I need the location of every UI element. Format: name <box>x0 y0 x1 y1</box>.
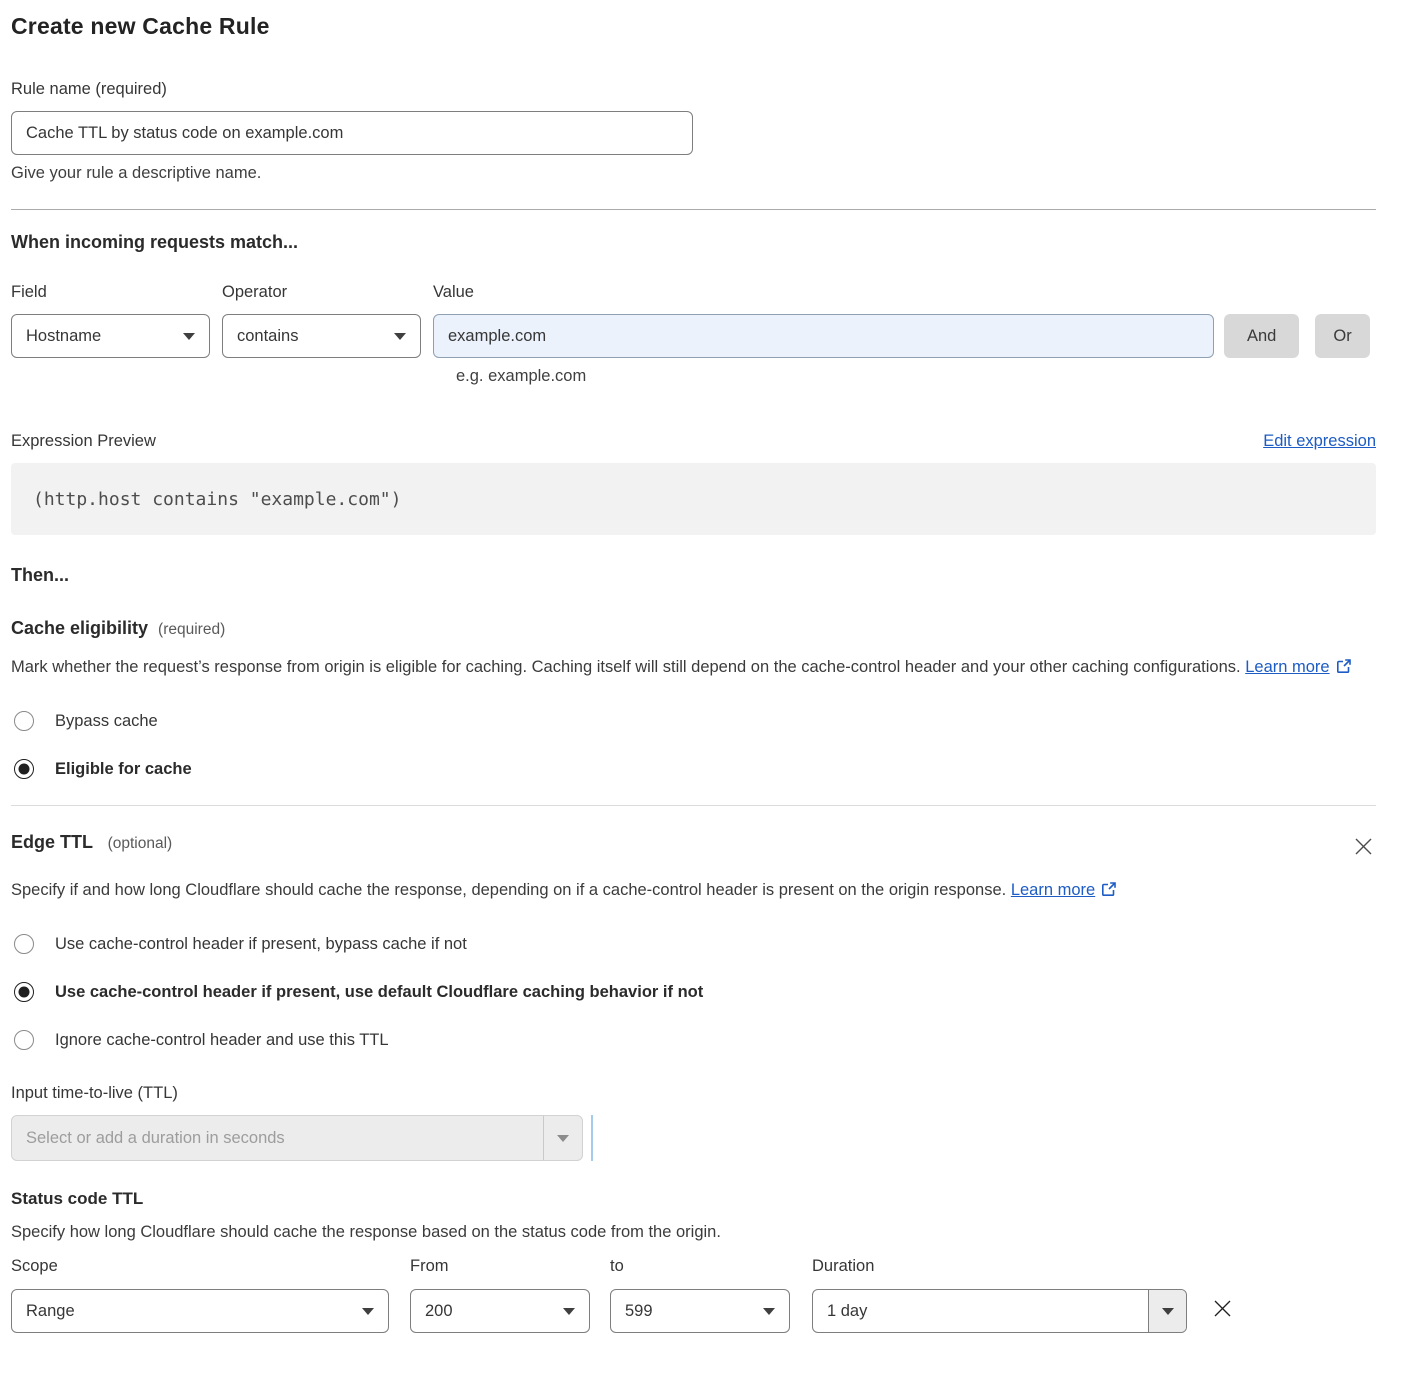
status-code-ttl-title: Status code TTL <box>11 1189 1376 1209</box>
expression-code-block: (http.host contains "example.com") <box>11 463 1376 535</box>
radio-circle-icon[interactable] <box>14 759 34 779</box>
edge-ttl-description: Specify if and how long Cloudflare shoul… <box>11 876 1119 906</box>
optional-tag: (optional) <box>108 835 173 852</box>
match-section-heading: When incoming requests match... <box>11 232 1376 253</box>
field-label: Field <box>11 283 210 302</box>
operator-label: Operator <box>222 283 421 302</box>
radio-bypass-cache[interactable]: Bypass cache <box>11 711 1376 731</box>
scope-label: Scope <box>11 1257 389 1276</box>
edge-ttl-header: Edge TTL (optional) <box>11 832 1376 862</box>
chevron-down-icon <box>763 1308 775 1315</box>
chevron-down-icon[interactable] <box>543 1116 582 1160</box>
ttl-input-label: Input time-to-live (TTL) <box>11 1084 1376 1103</box>
operator-select[interactable]: contains <box>222 314 421 358</box>
close-icon[interactable] <box>1353 836 1374 862</box>
cache-eligibility-title: Cache eligibility <box>11 618 148 639</box>
chevron-down-icon <box>394 333 406 340</box>
cache-eligibility-description-text: Mark whether the request’s response from… <box>11 658 1241 676</box>
to-select-value: 599 <box>625 1302 653 1321</box>
value-label: Value <box>433 283 1214 302</box>
expression-code: (http.host contains "example.com") <box>33 489 401 510</box>
section-divider <box>11 805 1376 806</box>
radio-eligible-for-cache[interactable]: Eligible for cache <box>11 759 1376 779</box>
ttl-duration-placeholder: Select or add a duration in seconds <box>12 1116 543 1160</box>
from-label: From <box>410 1257 590 1276</box>
or-button[interactable]: Or <box>1315 314 1369 358</box>
scope-select-value: Range <box>26 1302 75 1321</box>
field-select[interactable]: Hostname <box>11 314 210 358</box>
edge-ttl-title: Edge TTL <box>11 832 93 852</box>
operator-select-value: contains <box>237 327 298 346</box>
external-link-icon <box>1101 878 1117 906</box>
required-tag: (required) <box>158 621 225 639</box>
section-divider <box>11 209 1376 210</box>
page-title: Create new Cache Rule <box>11 13 1376 40</box>
and-button[interactable]: And <box>1224 314 1299 358</box>
rule-name-help: Give your rule a descriptive name. <box>11 164 1376 183</box>
value-hint: e.g. example.com <box>456 367 1376 386</box>
cache-eligibility-header: Cache eligibility (required) <box>11 618 1376 639</box>
radio-use-header-default[interactable]: Use cache-control header if present, use… <box>11 982 1376 1002</box>
status-code-ttl-description: Specify how long Cloudflare should cache… <box>11 1223 1376 1242</box>
value-input[interactable] <box>433 314 1214 358</box>
from-select[interactable]: 200 <box>410 1289 590 1333</box>
ttl-duration-select[interactable]: Select or add a duration in seconds <box>11 1115 583 1161</box>
remove-row-icon[interactable] <box>1211 1297 1234 1325</box>
learn-more-link[interactable]: Learn more <box>1011 881 1095 899</box>
radio-ignore-header-label: Ignore cache-control header and use this… <box>55 1031 389 1050</box>
chevron-down-icon <box>563 1308 575 1315</box>
radio-circle-icon[interactable] <box>14 934 34 954</box>
field-select-value: Hostname <box>26 327 101 346</box>
radio-circle-icon[interactable] <box>14 711 34 731</box>
learn-more-link[interactable]: Learn more <box>1245 658 1329 676</box>
radio-bypass-cache-label: Bypass cache <box>55 712 158 731</box>
text-caret <box>591 1115 593 1161</box>
expression-header: Expression Preview Edit expression <box>11 432 1376 451</box>
rule-name-label: Rule name (required) <box>11 80 1376 99</box>
match-controls-row: Hostname contains And Or <box>11 314 1376 358</box>
external-link-icon <box>1336 655 1352 683</box>
chevron-down-icon[interactable] <box>1148 1290 1186 1332</box>
edge-ttl-description-text: Specify if and how long Cloudflare shoul… <box>11 881 1006 899</box>
to-select[interactable]: 599 <box>610 1289 790 1333</box>
match-labels-row: Field Operator Value <box>11 283 1376 302</box>
radio-use-header-bypass-label: Use cache-control header if present, byp… <box>55 935 467 954</box>
then-heading: Then... <box>11 565 1376 586</box>
radio-circle-icon[interactable] <box>14 1030 34 1050</box>
duration-select-value: 1 day <box>813 1290 1148 1332</box>
expression-preview-label: Expression Preview <box>11 432 156 451</box>
rule-name-input[interactable] <box>11 111 693 155</box>
radio-ignore-header[interactable]: Ignore cache-control header and use this… <box>11 1030 1376 1050</box>
cache-eligibility-description: Mark whether the request’s response from… <box>11 653 1376 683</box>
status-controls-row: Range 200 599 1 day <box>11 1289 1376 1333</box>
create-cache-rule-form: Create new Cache Rule Rule name (require… <box>0 0 1412 1363</box>
to-label: to <box>610 1257 790 1276</box>
edit-expression-link[interactable]: Edit expression <box>1263 432 1376 451</box>
radio-eligible-for-cache-label: Eligible for cache <box>55 760 192 779</box>
duration-select[interactable]: 1 day <box>812 1289 1187 1333</box>
radio-use-header-bypass[interactable]: Use cache-control header if present, byp… <box>11 934 1376 954</box>
radio-use-header-default-label: Use cache-control header if present, use… <box>55 983 703 1002</box>
status-labels-row: Scope From to Duration <box>11 1257 1376 1276</box>
chevron-down-icon <box>362 1308 374 1315</box>
from-select-value: 200 <box>425 1302 453 1321</box>
radio-circle-icon[interactable] <box>14 982 34 1002</box>
chevron-down-icon <box>183 333 195 340</box>
ttl-select-row: Select or add a duration in seconds <box>11 1115 1376 1161</box>
scope-select[interactable]: Range <box>11 1289 389 1333</box>
duration-label: Duration <box>812 1257 1187 1276</box>
